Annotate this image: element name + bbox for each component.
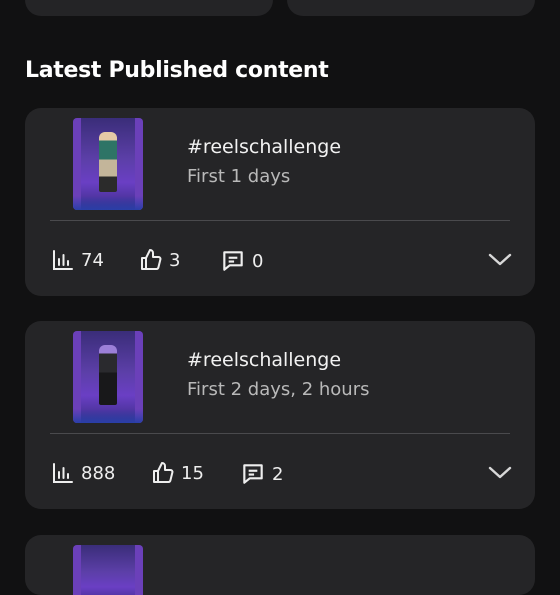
thumbs-up-icon bbox=[141, 249, 162, 270]
summary-card-left[interactable] bbox=[25, 0, 273, 16]
divider bbox=[50, 220, 510, 221]
comment-icon bbox=[243, 464, 263, 484]
post-thumbnail[interactable] bbox=[73, 118, 143, 210]
comment-icon bbox=[223, 251, 243, 271]
chevron-down-icon[interactable] bbox=[487, 463, 513, 481]
comments-stat: 0 bbox=[220, 248, 263, 274]
views-count: 74 bbox=[81, 249, 104, 271]
likes-count: 15 bbox=[181, 462, 204, 484]
summary-card-right[interactable] bbox=[287, 0, 535, 16]
post-age: First 1 days bbox=[187, 166, 291, 187]
post-age: First 2 days, 2 hours bbox=[187, 379, 370, 400]
views-count: 888 bbox=[81, 462, 116, 484]
post-title: #reelschallenge bbox=[187, 136, 342, 158]
bar-chart-icon bbox=[53, 250, 73, 270]
views-stat: 74 bbox=[51, 248, 104, 272]
likes-stat: 15 bbox=[151, 461, 204, 485]
views-stat: 888 bbox=[51, 461, 115, 485]
post-card[interactable]: #reelschallenge First 1 days 74 3 0 bbox=[25, 108, 535, 296]
thumbs-up-icon bbox=[153, 462, 174, 483]
comments-stat: 2 bbox=[240, 461, 283, 487]
bar-chart-icon bbox=[53, 463, 73, 483]
section-title: Latest Published content bbox=[25, 58, 329, 83]
expand-button[interactable] bbox=[487, 463, 513, 485]
likes-count: 3 bbox=[169, 249, 181, 271]
comments-count: 0 bbox=[252, 250, 264, 272]
post-thumbnail[interactable] bbox=[73, 545, 143, 595]
divider bbox=[50, 433, 510, 434]
expand-button[interactable] bbox=[487, 250, 513, 272]
post-card[interactable] bbox=[25, 535, 535, 595]
post-thumbnail[interactable] bbox=[73, 331, 143, 423]
likes-stat: 3 bbox=[139, 248, 180, 272]
chevron-down-icon[interactable] bbox=[487, 250, 513, 268]
comments-count: 2 bbox=[272, 463, 284, 485]
post-title: #reelschallenge bbox=[187, 349, 342, 371]
post-card[interactable]: #reelschallenge First 2 days, 2 hours 88… bbox=[25, 321, 535, 509]
